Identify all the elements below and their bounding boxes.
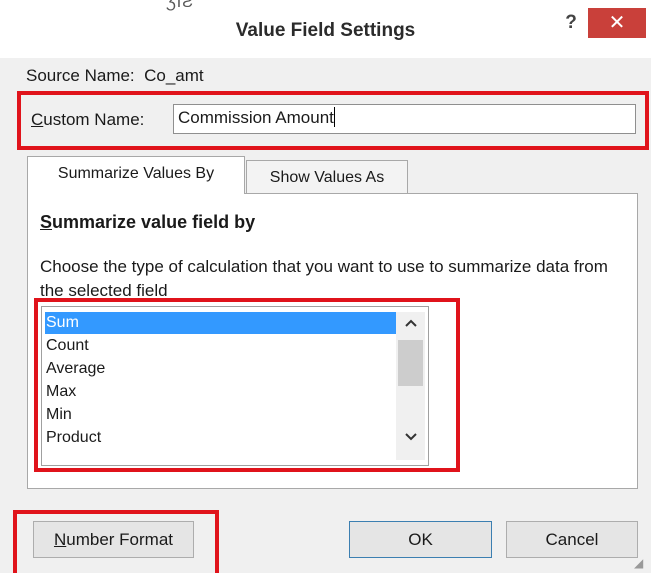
custom-name-input[interactable]: Commission Amount <box>173 104 636 134</box>
dialog-title: Value Field Settings <box>235 20 416 41</box>
tab-summarize-values-by[interactable]: Summarize Values By <box>27 156 245 194</box>
source-name-label: Source Name: <box>26 66 135 85</box>
number-format-accesskey: N <box>53 530 67 549</box>
list-item-max[interactable]: Max <box>45 381 398 403</box>
custom-name-label-rest: ustom Name: <box>43 110 145 129</box>
list-item-sum[interactable]: Sum <box>45 312 398 334</box>
ok-button[interactable]: OK <box>349 521 492 558</box>
number-format-label: umber Format <box>66 530 174 549</box>
help-icon[interactable]: ? <box>558 12 584 34</box>
scroll-thumb[interactable] <box>398 340 423 386</box>
close-button[interactable]: ✕ <box>588 8 646 38</box>
source-name-value: Co_amt <box>144 66 204 85</box>
cancel-button[interactable]: Cancel <box>506 521 638 558</box>
list-item-count[interactable]: Count <box>45 335 398 357</box>
custom-name-accesskey: C <box>31 110 44 129</box>
custom-name-label: Custom Name: <box>31 110 144 130</box>
section-heading: Summarize value field by <box>40 212 255 233</box>
heading-rest: ummarize value field by <box>52 212 256 232</box>
heading-accesskey: S <box>40 212 53 232</box>
calculation-list[interactable]: Sum Count Average Max Min Product <box>41 306 429 466</box>
number-format-button[interactable]: Number Format <box>33 521 194 558</box>
cutoff-text: ƷIƧ <box>166 0 194 11</box>
list-item-average[interactable]: Average <box>45 358 398 380</box>
list-item-product[interactable]: Product <box>45 427 398 449</box>
resize-grip-icon[interactable]: ◢ <box>634 556 643 570</box>
list-item-min[interactable]: Min <box>45 404 398 426</box>
scroll-up-icon[interactable] <box>396 312 425 334</box>
scroll-down-icon[interactable] <box>396 426 425 448</box>
custom-name-value: Commission Amount <box>178 108 334 127</box>
summarize-description: Choose the type of calculation that you … <box>40 257 608 300</box>
text-caret <box>333 107 335 127</box>
tab-show-values-as[interactable]: Show Values As <box>246 160 408 193</box>
source-name-row: Source Name: Co_amt <box>26 66 204 86</box>
